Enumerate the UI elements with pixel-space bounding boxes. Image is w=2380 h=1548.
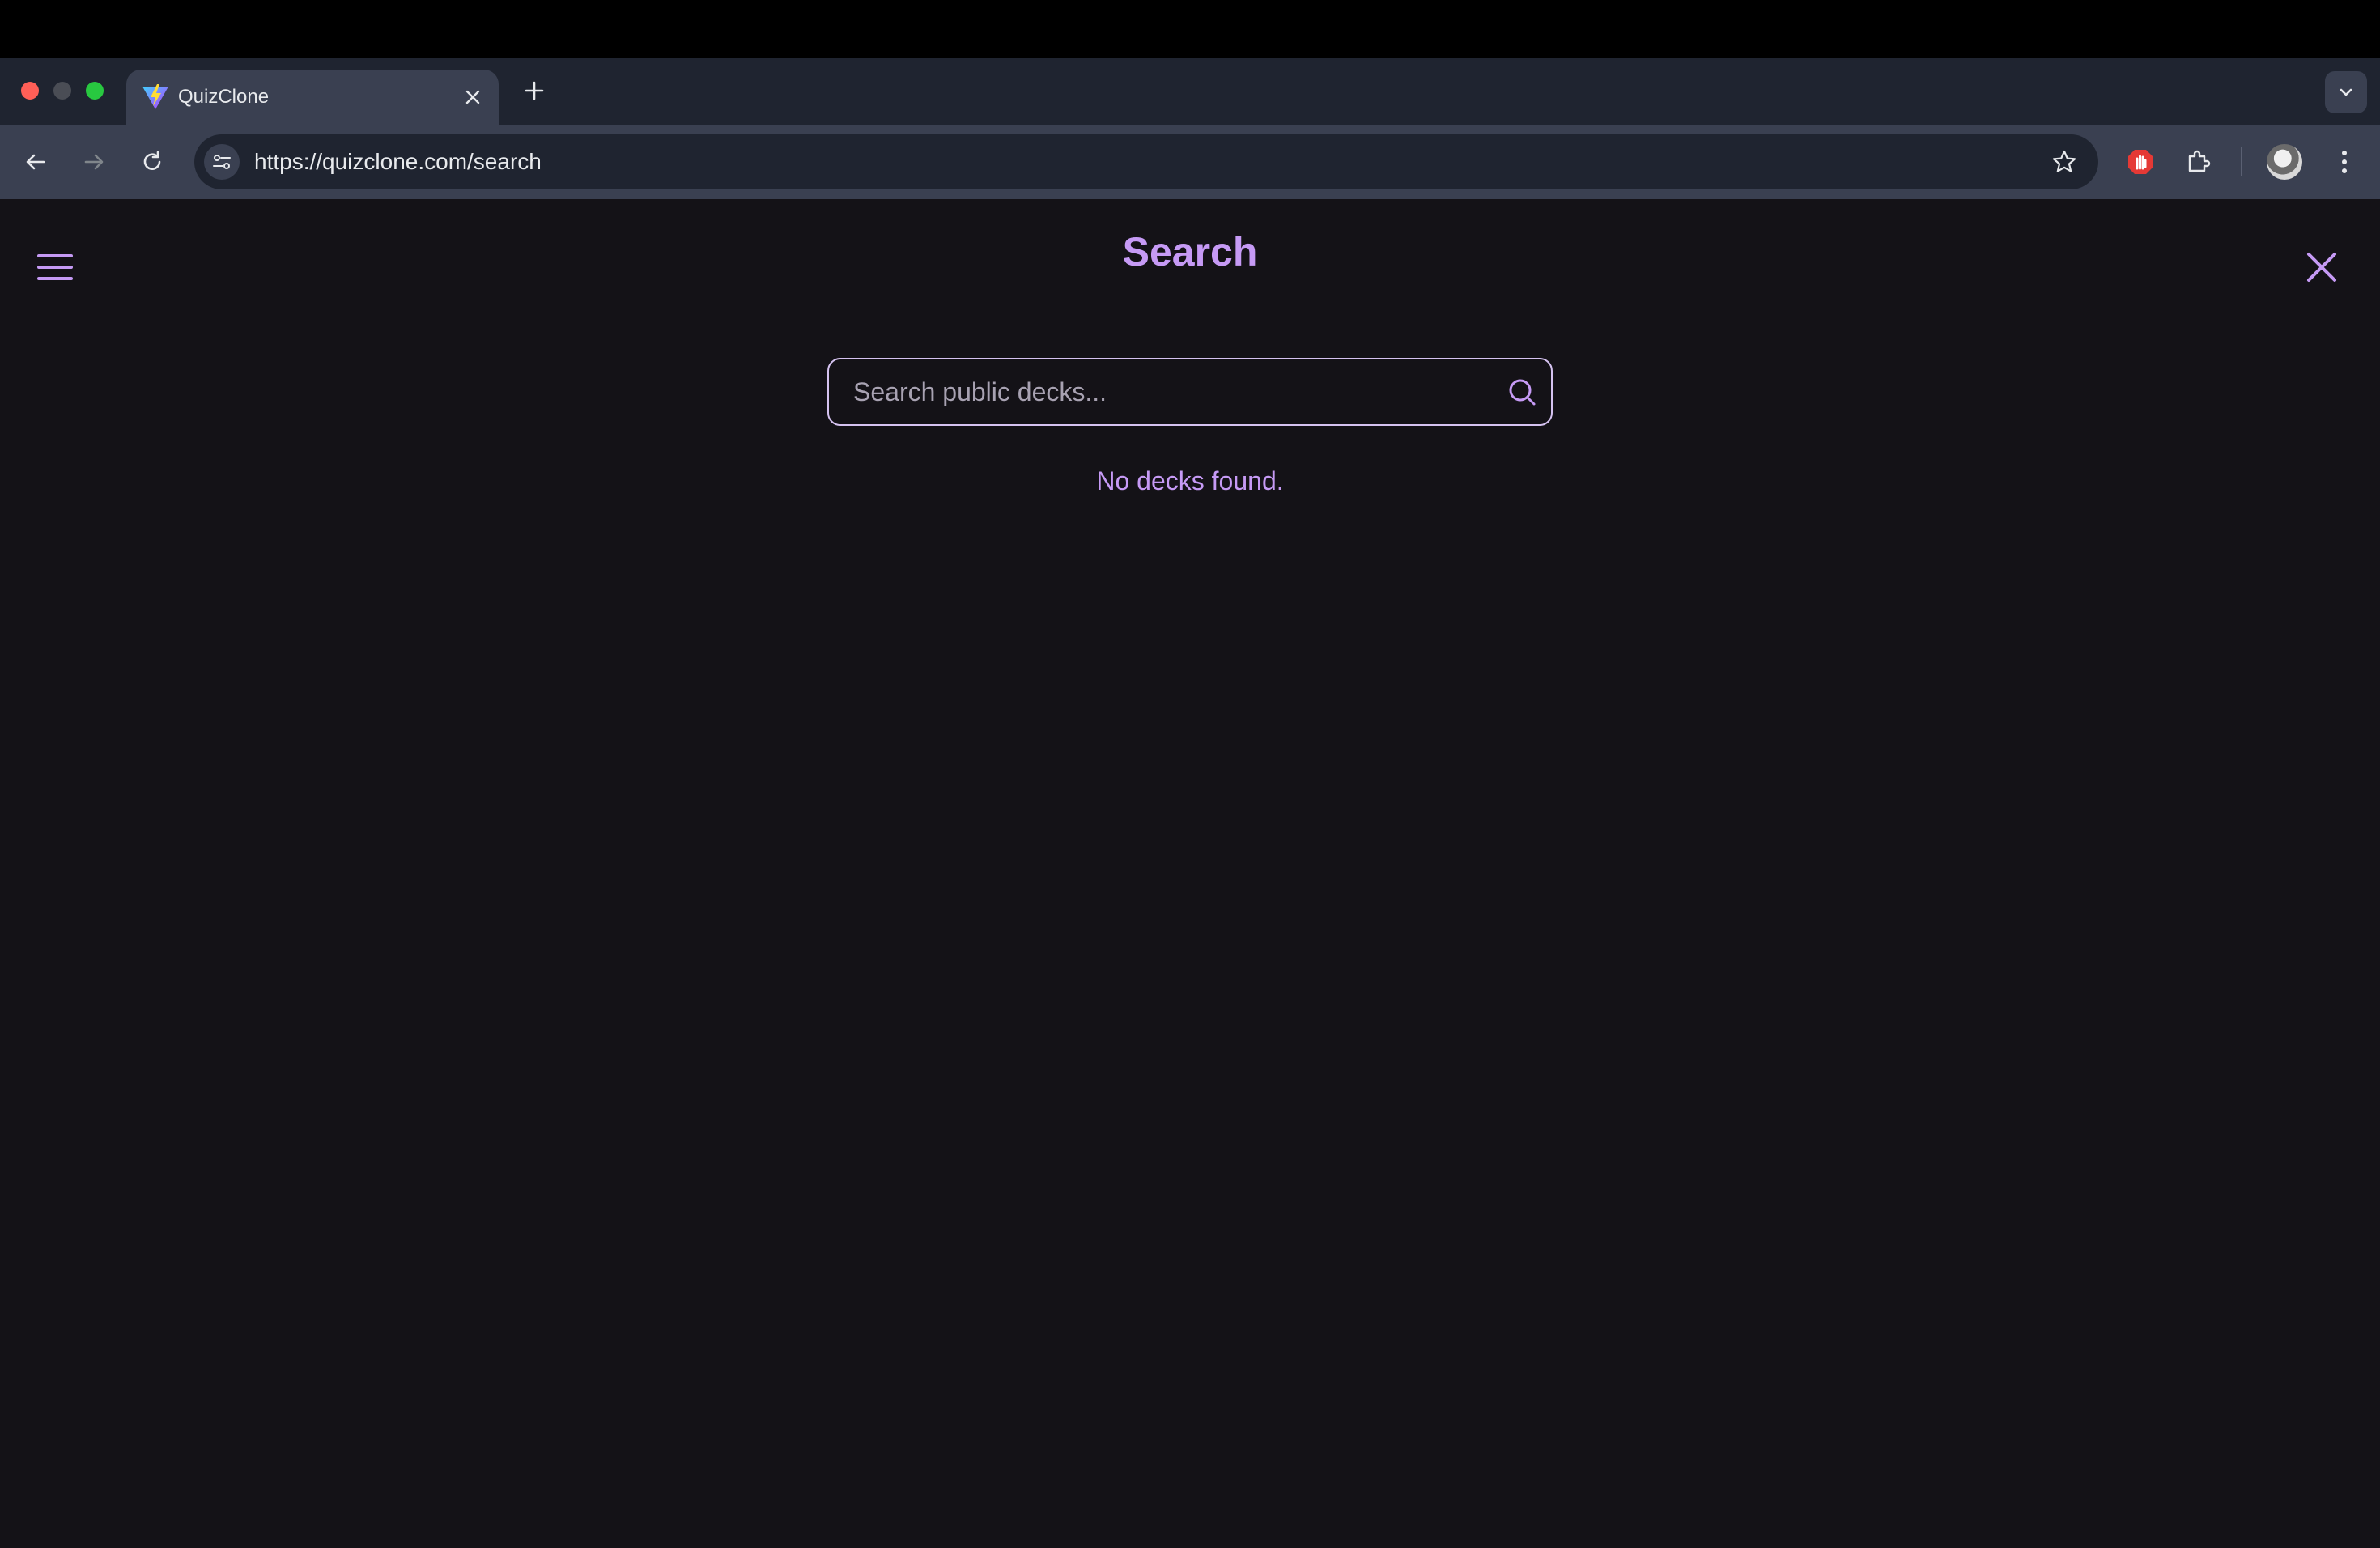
close-window-button[interactable] <box>21 82 39 100</box>
forward-icon[interactable] <box>74 142 113 181</box>
tab-title: QuizClone <box>178 86 270 108</box>
star-icon[interactable] <box>2048 146 2080 178</box>
tab-search-chevron-icon[interactable] <box>2325 71 2367 113</box>
site-settings-icon[interactable] <box>204 144 240 180</box>
adblock-extension-icon[interactable] <box>2121 142 2160 181</box>
new-tab-icon[interactable] <box>518 74 550 107</box>
close-icon[interactable] <box>2301 246 2343 288</box>
page-title: Search <box>1122 229 1258 274</box>
tab-close-icon[interactable] <box>458 83 487 112</box>
profile-avatar[interactable] <box>2267 144 2302 180</box>
url-text[interactable]: https://quizclone.com/search <box>254 134 542 189</box>
address-bar[interactable]: https://quizclone.com/search <box>194 134 2098 189</box>
app-page: Search No decks found. <box>0 199 2380 1548</box>
browser-menu-icon[interactable] <box>2325 142 2364 181</box>
search-input[interactable] <box>853 359 1485 424</box>
reload-icon[interactable] <box>133 142 172 181</box>
search-icon[interactable] <box>1504 374 1540 410</box>
toolbar-divider <box>2241 147 2242 176</box>
back-icon[interactable] <box>16 142 55 181</box>
window-top-bar <box>0 0 2380 58</box>
empty-state-message: No decks found. <box>1096 466 1284 495</box>
favicon-icon <box>139 81 172 113</box>
extensions-icon[interactable] <box>2179 142 2218 181</box>
maximize-window-button[interactable] <box>86 82 104 100</box>
minimize-window-button[interactable] <box>53 82 71 100</box>
browser-tab[interactable]: QuizClone <box>126 70 499 125</box>
search-box <box>827 358 1553 426</box>
